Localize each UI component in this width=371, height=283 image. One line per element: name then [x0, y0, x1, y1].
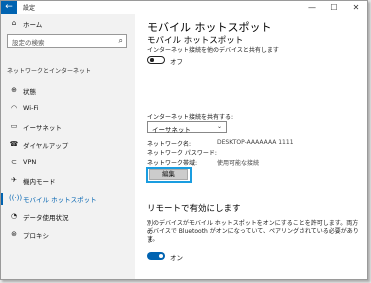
home-icon: ⌂	[11, 19, 17, 27]
sidebar-item-home[interactable]: ⌂ ホーム	[1, 16, 135, 32]
remote-enable-toggle-label: オン	[170, 254, 183, 262]
hotspot-icon: ((·))	[9, 194, 23, 202]
sidebar-item-label: プロキシ	[23, 232, 49, 240]
network-password-label: ネットワーク パスワード:	[147, 150, 217, 157]
edit-button[interactable]: 編集	[149, 169, 188, 180]
sidebar-item-label: 機内モード	[23, 178, 56, 186]
network-name-value: DESKTOP-AAAAAAA 1111	[217, 139, 294, 146]
share-connection-label: インターネット接続を共有する:	[147, 114, 234, 121]
sidebar-item-wifi[interactable]: ◠ Wi-Fi	[1, 101, 135, 117]
sidebar-item-label: データ使用状況	[23, 214, 69, 222]
hotspot-toggle-label: オフ	[170, 58, 183, 66]
minimize-button[interactable]: —	[301, 1, 323, 14]
network-band-label: ネットワーク帯域:	[147, 160, 198, 167]
airplane-icon: ✈	[11, 176, 17, 184]
sidebar-item-label: ホーム	[23, 21, 43, 29]
close-button[interactable]: ✕	[345, 1, 367, 14]
sidebar-item-label: VPN	[23, 158, 37, 166]
network-name-label: ネットワーク名:	[147, 141, 192, 148]
search-icon: ⌕	[118, 36, 123, 45]
share-connection-value: イーサネット	[152, 125, 191, 134]
dialup-icon: ☎	[9, 140, 19, 148]
search-placeholder: 設定の検索	[12, 39, 45, 47]
sidebar-item-airplane-mode[interactable]: ✈ 機内モード	[1, 173, 135, 189]
toggle-knob	[150, 58, 154, 62]
sidebar-item-label: イーサネット	[23, 124, 62, 132]
main-content: モバイル ホットスポット モバイル ホットスポット インターネット接続を他のデバ…	[135, 14, 367, 279]
search-input[interactable]: 設定の検索 ⌕	[7, 34, 127, 48]
proxy-icon: ⊛	[11, 230, 17, 238]
toggle-knob	[159, 254, 163, 258]
sidebar-item-status[interactable]: ⊕ 状態	[1, 83, 135, 99]
settings-window: ← 設定 — ☐ ✕ ⌂ ホーム 設定の検索 ⌕ ネットワークとインターネット …	[0, 0, 368, 280]
sidebar-item-data-usage[interactable]: ◔ データ使用状況	[1, 209, 135, 225]
sidebar-item-label: モバイル ホットスポット	[23, 196, 97, 204]
remote-enable-description-line: す。	[147, 236, 159, 243]
chevron-down-icon: ⌄	[216, 123, 222, 130]
vpn-icon: ⊂	[11, 158, 17, 166]
wifi-icon: ◠	[10, 104, 18, 112]
status-icon: ⊕	[11, 86, 17, 94]
sidebar-section-header: ネットワークとインターネット	[7, 68, 92, 75]
title-bar: ← 設定 — ☐ ✕	[1, 1, 367, 14]
back-arrow-icon[interactable]: ←	[1, 1, 17, 14]
window-title: 設定	[23, 5, 36, 12]
section-description: インターネット接続を他のデバイスと共有します	[147, 47, 279, 54]
ethernet-icon: ▭	[10, 122, 18, 130]
sidebar-item-label: Wi-Fi	[23, 104, 39, 112]
network-band-value: 使用可能な接続	[217, 160, 260, 167]
sidebar-item-label: 状態	[23, 88, 36, 96]
share-connection-select[interactable]: イーサネット ⌄	[147, 121, 227, 134]
remote-enable-toggle[interactable]	[147, 252, 165, 260]
sidebar-item-label: ダイヤルアップ	[23, 142, 69, 150]
sidebar-item-ethernet[interactable]: ▭ イーサネット	[1, 119, 135, 135]
sidebar-item-dialup[interactable]: ☎ ダイヤルアップ	[1, 137, 135, 153]
sidebar-item-mobile-hotspot[interactable]: ((·)) モバイル ホットスポット	[1, 191, 135, 207]
remote-enable-heading: リモートで有効にします	[147, 204, 241, 214]
page-title: モバイル ホットスポット	[147, 21, 272, 34]
sidebar: ⌂ ホーム 設定の検索 ⌕ ネットワークとインターネット ⊕ 状態 ◠ Wi-F…	[1, 14, 135, 279]
data-usage-icon: ◔	[10, 212, 18, 220]
hotspot-toggle[interactable]	[147, 56, 165, 64]
sidebar-item-proxy[interactable]: ⊛ プロキシ	[1, 227, 135, 243]
sidebar-item-vpn[interactable]: ⊂ VPN	[1, 155, 135, 171]
maximize-button[interactable]: ☐	[323, 1, 345, 14]
